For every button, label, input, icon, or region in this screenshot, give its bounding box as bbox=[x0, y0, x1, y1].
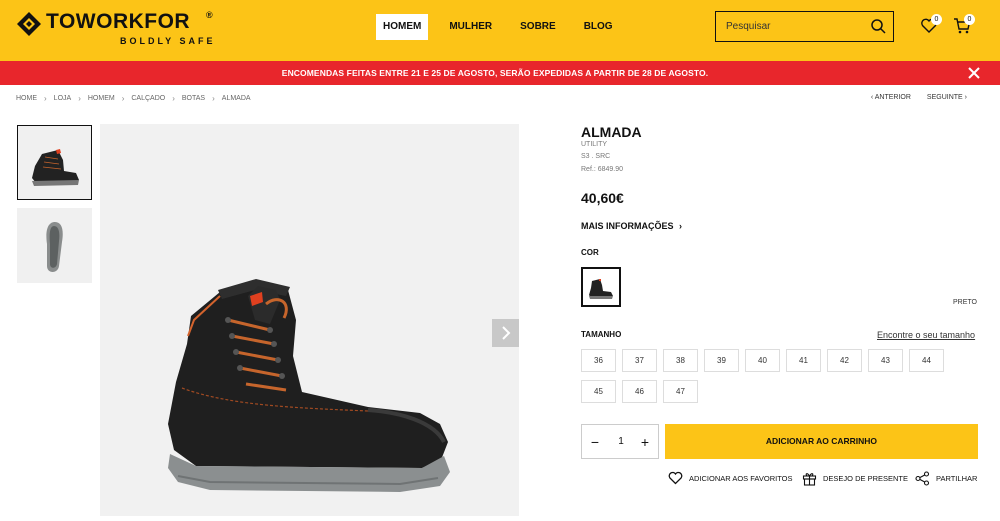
next-image-button[interactable] bbox=[492, 319, 519, 347]
size-label: TAMANHO bbox=[581, 330, 622, 339]
add-to-cart-button[interactable]: ADICIONAR AO CARRINHO bbox=[665, 424, 978, 459]
size-option-41[interactable]: 41 bbox=[786, 349, 821, 372]
search-box bbox=[715, 11, 894, 42]
size-option-44[interactable]: 44 bbox=[909, 349, 944, 372]
breadcrumb-calcado[interactable]: CALÇADO bbox=[131, 95, 165, 102]
share-icon bbox=[915, 470, 930, 486]
breadcrumb-homem[interactable]: HOMEM bbox=[88, 95, 115, 102]
product-price: 40,60€ bbox=[581, 190, 624, 206]
quantity-increase-button[interactable]: + bbox=[637, 433, 653, 451]
product-category: UTILITY bbox=[581, 141, 608, 148]
size-option-47[interactable]: 47 bbox=[663, 380, 698, 403]
breadcrumb-loja[interactable]: LOJA bbox=[54, 95, 72, 102]
chevron-right-icon: › bbox=[679, 221, 682, 231]
size-option-45[interactable]: 45 bbox=[581, 380, 616, 403]
wishlist-button[interactable]: 0 bbox=[920, 14, 942, 37]
previous-product-link[interactable]: ‹ ANTERIOR bbox=[871, 94, 911, 101]
size-option-38[interactable]: 38 bbox=[663, 349, 698, 372]
color-swatch-preto[interactable] bbox=[581, 267, 621, 307]
nav-sobre[interactable]: SOBRE bbox=[513, 14, 563, 40]
thumbnail-boot-sole[interactable] bbox=[17, 208, 92, 283]
main-nav: HOMEM MULHER SOBRE BLOG bbox=[376, 14, 634, 40]
heart-icon bbox=[668, 471, 683, 485]
size-guide-link[interactable]: Encontre o seu tamanho bbox=[877, 330, 975, 340]
brand-logo[interactable]: TOWORKFOR ® BOLDLY SAFE bbox=[16, 10, 216, 50]
gift-wish-label: DESEJO DE PRESENTE bbox=[823, 473, 909, 483]
quantity-value[interactable]: 1 bbox=[612, 425, 630, 458]
product-reference: Ref.: 6849.90 bbox=[581, 166, 624, 173]
size-option-42[interactable]: 42 bbox=[827, 349, 862, 372]
cart-count-badge: 0 bbox=[964, 14, 975, 25]
chevron-right-icon bbox=[502, 326, 511, 340]
product-main-image[interactable] bbox=[100, 124, 519, 516]
add-to-favorites-label: ADICIONAR AOS FAVORITOS bbox=[689, 473, 793, 483]
brand-tagline: BOLDLY SAFE bbox=[120, 36, 216, 46]
search-icon[interactable] bbox=[870, 18, 886, 34]
nav-mulher[interactable]: MULHER bbox=[442, 14, 499, 40]
quantity-decrease-button[interactable]: − bbox=[587, 433, 603, 451]
wishlist-count-badge: 0 bbox=[931, 14, 942, 25]
nav-homem[interactable]: HOMEM bbox=[376, 14, 429, 40]
chevron-right-icon: › bbox=[44, 94, 47, 103]
breadcrumb-current: ALMADA bbox=[221, 95, 251, 102]
gift-wish-button[interactable]: DESEJO DE PRESENTE bbox=[802, 470, 908, 486]
sole-thumbnail-image bbox=[46, 222, 63, 272]
chevron-right-icon: › bbox=[212, 94, 215, 103]
product-safety-norm: S3 . SRC bbox=[581, 153, 611, 160]
share-label: PARTILHAR bbox=[936, 473, 978, 483]
quantity-stepper: − 1 + bbox=[581, 424, 659, 459]
brand-name: TOWORKFOR bbox=[46, 10, 191, 33]
cart-button[interactable]: 0 bbox=[953, 14, 975, 37]
next-label: SEGUINTE bbox=[926, 94, 963, 101]
breadcrumb-home[interactable]: HOME bbox=[16, 95, 37, 102]
product-title: ALMADA bbox=[581, 124, 642, 140]
size-option-39[interactable]: 39 bbox=[704, 349, 739, 372]
breadcrumb-botas[interactable]: BOTAS bbox=[182, 95, 205, 102]
brand-registered-mark: ® bbox=[206, 10, 213, 20]
color-label: COR bbox=[581, 248, 599, 257]
product-pager: ‹ ANTERIOR SEGUINTE › bbox=[855, 94, 967, 101]
close-icon[interactable] bbox=[968, 67, 980, 79]
share-button[interactable]: PARTILHAR bbox=[915, 470, 977, 486]
size-option-46[interactable]: 46 bbox=[622, 380, 657, 403]
chevron-right-icon: › bbox=[172, 94, 175, 103]
search-input[interactable] bbox=[716, 12, 866, 41]
boot-thumbnail-image bbox=[32, 149, 79, 186]
thumbnail-boot-side[interactable] bbox=[17, 125, 92, 200]
chevron-right-icon: › bbox=[121, 94, 125, 103]
chevron-right-icon: › bbox=[78, 94, 81, 103]
boot-swatch-image bbox=[589, 279, 613, 299]
next-product-link[interactable]: SEGUINTE › bbox=[927, 94, 967, 101]
size-option-40[interactable]: 40 bbox=[745, 349, 780, 372]
breadcrumb: HOME › LOJA › HOMEM › CALÇADO › BOTAS › … bbox=[16, 94, 251, 103]
add-to-favorites-button[interactable]: ADICIONAR AOS FAVORITOS bbox=[668, 470, 793, 486]
selected-color-name: PRETO bbox=[953, 299, 977, 306]
announcement-bar: ENCOMENDAS FEITAS ENTRE 21 E 25 DE AGOST… bbox=[0, 61, 1000, 85]
more-info-link[interactable]: MAIS INFORMAÇÕES bbox=[581, 221, 674, 231]
boot-product-image bbox=[168, 279, 450, 492]
announcement-text: ENCOMENDAS FEITAS ENTRE 21 E 25 DE AGOST… bbox=[281, 68, 709, 78]
nav-blog[interactable]: BLOG bbox=[577, 14, 620, 40]
gift-icon bbox=[802, 472, 817, 486]
site-header: TOWORKFOR ® BOLDLY SAFE HOMEM MULHER SOB… bbox=[0, 0, 1000, 61]
logo-mark-icon bbox=[17, 12, 41, 36]
chevron-right-icon: › bbox=[962, 94, 967, 101]
size-option-43[interactable]: 43 bbox=[868, 349, 903, 372]
size-option-37[interactable]: 37 bbox=[622, 349, 657, 372]
previous-label: ANTERIOR bbox=[874, 94, 911, 101]
size-option-36[interactable]: 36 bbox=[581, 349, 616, 372]
